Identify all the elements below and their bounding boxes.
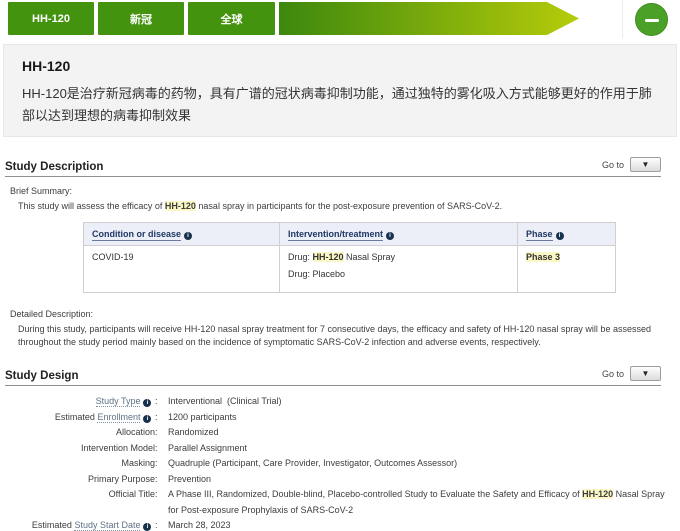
info-icon[interactable]: i bbox=[556, 232, 564, 240]
highlight-hh120: HH-120 bbox=[313, 252, 344, 262]
row-enrollment: Estimated Enrollmenti : 1200 participant… bbox=[0, 410, 680, 426]
goto-dropdown[interactable]: ▼ bbox=[630, 157, 661, 172]
table-row: COVID-19 Drug: HH-120 Nasal Spray Drug: … bbox=[84, 246, 616, 293]
study-design-header: Study Design Go to ▼ bbox=[5, 366, 661, 386]
row-official-title: Official Title: A Phase III, Randomized,… bbox=[0, 487, 680, 518]
row-intervention-model: Intervention Model: Parallel Assignment bbox=[0, 441, 680, 457]
highlight-hh120: HH-120 bbox=[582, 489, 613, 499]
header-intervention: Intervention/treatmenti bbox=[280, 223, 518, 246]
row-allocation: Allocation: Randomized bbox=[0, 425, 680, 441]
drug-title: HH-120 bbox=[22, 58, 658, 74]
field-value: A Phase III, Randomized, Double-blind, P… bbox=[168, 487, 666, 518]
intervention-cell: Drug: HH-120 Nasal Spray Drug: Placebo bbox=[280, 246, 518, 293]
brief-summary-post: nasal spray in participants for the post… bbox=[196, 201, 502, 211]
detailed-description-text: During this study, participants will rec… bbox=[18, 323, 660, 349]
info-icon[interactable]: i bbox=[184, 232, 192, 240]
row-masking: Masking: Quadruple (Participant, Care Pr… bbox=[0, 456, 680, 472]
header-phase: Phasei bbox=[518, 223, 616, 246]
condition-term-link[interactable]: Condition or disease bbox=[92, 229, 181, 241]
phase-term-link[interactable]: Phase bbox=[526, 229, 553, 241]
brief-summary-pre: This study will assess the efficacy of bbox=[18, 201, 165, 211]
minus-icon[interactable] bbox=[635, 3, 668, 36]
study-start-date-link[interactable]: Study Start Date bbox=[74, 520, 140, 531]
highlight-hh120: HH-120 bbox=[165, 201, 196, 211]
goto-label: Go to bbox=[602, 369, 624, 379]
intervention-line: Drug: HH-120 Nasal Spray bbox=[288, 252, 509, 262]
detailed-description-label: Detailed Description: bbox=[10, 309, 680, 319]
tab-hh-120[interactable]: HH-120 bbox=[8, 2, 94, 35]
tab-quanqiu[interactable]: 全球 bbox=[188, 2, 275, 35]
collapse-zone bbox=[622, 0, 680, 38]
info-icon[interactable]: i bbox=[143, 399, 151, 407]
field-value: Interventional (Clinical Trial) bbox=[168, 394, 282, 410]
info-icon[interactable]: i bbox=[386, 232, 394, 240]
brief-summary-text: This study will assess the efficacy of H… bbox=[18, 200, 660, 213]
tab-xinguan[interactable]: 新冠 bbox=[98, 2, 184, 35]
intervention-term-link[interactable]: Intervention/treatment bbox=[288, 229, 383, 241]
field-value: March 28, 2023 bbox=[168, 518, 231, 531]
study-type-link[interactable]: Study Type bbox=[96, 396, 141, 407]
drug-summary-box: HH-120 HH-120是治疗新冠病毒的药物，具有广谱的冠状病毒抑制功能，通过… bbox=[3, 44, 677, 137]
field-value: Prevention bbox=[168, 472, 211, 488]
info-icon[interactable]: i bbox=[143, 523, 151, 531]
condition-table: Condition or diseasei Intervention/treat… bbox=[83, 222, 616, 293]
progress-arrow bbox=[279, 2, 579, 35]
section-title: Study Design bbox=[5, 370, 78, 382]
field-value: Randomized bbox=[168, 425, 219, 441]
phase-badge: Phase 3 bbox=[526, 252, 560, 262]
field-value: 1200 participants bbox=[168, 410, 237, 426]
table-header-row: Condition or diseasei Intervention/treat… bbox=[84, 223, 616, 246]
field-value: Quadruple (Participant, Care Provider, I… bbox=[168, 456, 457, 472]
section-title: Study Description bbox=[5, 161, 103, 173]
goto-label: Go to bbox=[602, 160, 624, 170]
field-value: Parallel Assignment bbox=[168, 441, 247, 457]
info-icon[interactable]: i bbox=[143, 415, 151, 423]
drug-description: HH-120是治疗新冠病毒的药物，具有广谱的冠状病毒抑制功能，通过独特的雾化吸入… bbox=[22, 83, 658, 127]
row-primary-purpose: Primary Purpose: Prevention bbox=[0, 472, 680, 488]
study-description-header: Study Description Go to ▼ bbox=[5, 157, 661, 177]
brief-summary-label: Brief Summary: bbox=[10, 186, 680, 196]
goto-control: Go to ▼ bbox=[602, 366, 661, 381]
row-study-start-date: Estimated Study Start Datei : March 28, … bbox=[0, 518, 680, 531]
study-design-list: Study Typei : Interventional (Clinical T… bbox=[0, 394, 680, 531]
condition-cell: COVID-19 bbox=[84, 246, 280, 293]
goto-control: Go to ▼ bbox=[602, 157, 661, 172]
intervention-line: Drug: Placebo bbox=[288, 269, 509, 279]
phase-cell: Phase 3 bbox=[518, 246, 616, 293]
header-condition: Condition or diseasei bbox=[84, 223, 280, 246]
goto-dropdown[interactable]: ▼ bbox=[630, 366, 661, 381]
breadcrumb-bar: HH-120 新冠 全球 bbox=[0, 0, 680, 38]
enrollment-link[interactable]: Enrollment bbox=[97, 412, 140, 423]
row-study-type: Study Typei : Interventional (Clinical T… bbox=[0, 394, 680, 410]
